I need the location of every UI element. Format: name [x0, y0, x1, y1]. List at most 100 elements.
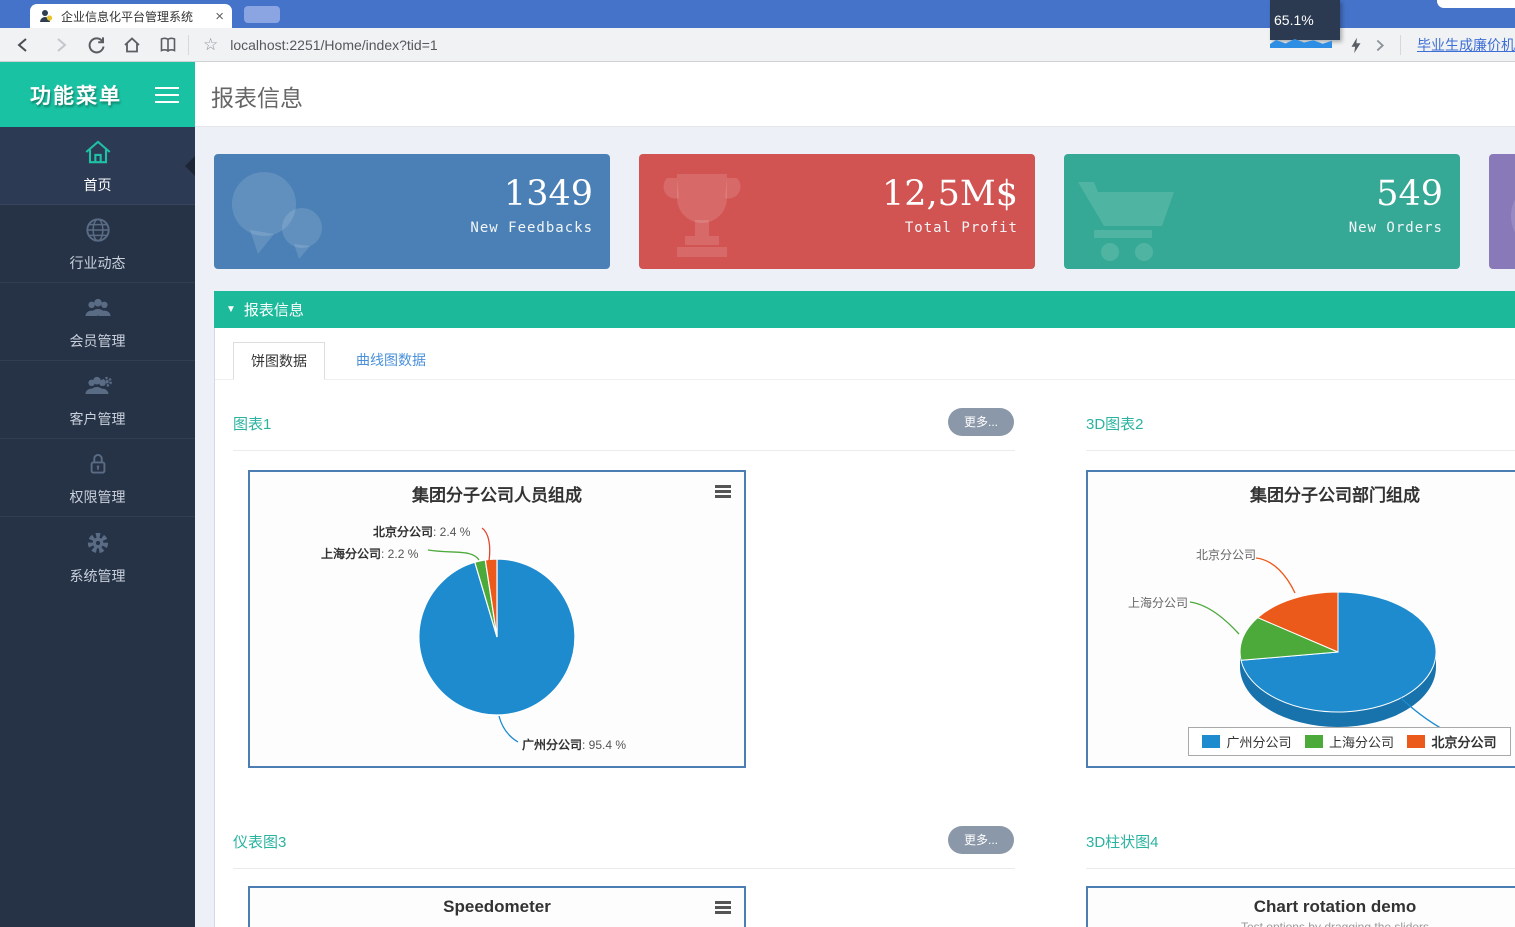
legend-item-shanghai[interactable]: 上海分公司 — [1304, 732, 1394, 751]
sidebar-item-home[interactable]: 首页 — [0, 127, 195, 205]
panel-title: 报表信息 — [243, 302, 304, 319]
globe-icon — [85, 218, 110, 242]
site-favicon-icon — [38, 8, 54, 24]
report-panel: ▼ 报表信息 饼图数据 曲线图数据 图表1 更多... 3D图表2 集团分子公司… — [214, 291, 1515, 927]
stat-card-profit: 12,5M$ Total Profit — [639, 154, 1035, 269]
pie-chart — [418, 527, 576, 743]
bookmark-star-icon[interactable]: ☆ — [203, 35, 218, 55]
pie-label-shanghai: 上海分公司 — [1128, 596, 1189, 610]
browser-tab[interactable]: 企业信息化平台管理系统 × — [30, 4, 232, 28]
chart-title: Chart rotation demo — [1253, 897, 1417, 916]
tab-close-icon[interactable]: × — [215, 9, 224, 24]
section-heading-column3d: 3D柱状图4 — [1086, 834, 1159, 851]
url-field[interactable]: localhost:2251/Home/index?tid=1 — [230, 37, 437, 53]
section-rule — [1086, 868, 1515, 869]
legend-swatch — [1407, 735, 1426, 748]
tab-title: 企业信息化平台管理系统 — [61, 9, 194, 24]
more-button-gauge[interactable]: 更多... — [948, 826, 1014, 854]
panel-body: 饼图数据 曲线图数据 图表1 更多... 3D图表2 集团分子公司人员组成 北京… — [214, 328, 1515, 927]
main-content: 报表信息 1349 New Feedbacks 12,5M$ Total Pro… — [195, 62, 1515, 927]
reading-list-icon[interactable] — [156, 33, 180, 57]
chart-subtitle: Test options by dragging the sliders — [1240, 920, 1430, 927]
gear-icon — [87, 532, 108, 553]
stat-card-orders: 549 New Orders — [1064, 154, 1460, 269]
pie3d-chart — [1189, 557, 1455, 736]
performance-badge-box: 65.1% — [1270, 0, 1340, 40]
pie3d-chart-panel: 集团分子公司部门组成 北京分公司 上海分公司 广州分公司 上海分公司 北京分公司 — [1086, 470, 1515, 768]
chart-legend: 广州分公司 上海分公司 北京分公司 — [1188, 727, 1511, 756]
section-heading-chart1: 图表1 — [233, 416, 272, 433]
toolbar-separator — [188, 34, 189, 55]
toolbar-separator — [1400, 34, 1401, 55]
stat-value: 12,5M$ — [881, 174, 1018, 214]
label-connector-beijing — [1255, 557, 1296, 594]
sidebar-item-label: 系统管理 — [69, 567, 126, 584]
pie-chart-panel: 集团分子公司人员组成 北京分公司: 2.4 % 上海分公司: 2.2 % 广州分… — [248, 470, 746, 768]
trophy-icon — [647, 164, 757, 269]
lock-icon — [90, 453, 105, 474]
sidebar-item-customers[interactable]: 客户管理 — [0, 361, 195, 439]
browser-window: 企业信息化平台管理系统 × 65.1% ☆ localhost:2251/Hom — [0, 0, 1515, 927]
forward-icon — [48, 33, 72, 57]
sidebar-item-permissions[interactable]: 权限管理 — [0, 439, 195, 517]
stat-value: 1349 — [503, 174, 593, 214]
label-connector-shanghai — [1189, 601, 1240, 635]
home-icon[interactable] — [120, 33, 144, 57]
sidebar-item-system[interactable]: 系统管理 — [0, 517, 195, 595]
more-button-chart1[interactable]: 更多... — [948, 408, 1014, 436]
label-connector-guangzhou — [498, 715, 519, 743]
stat-card-partial — [1489, 154, 1515, 269]
sidebar-title: 功能菜单 — [30, 84, 122, 108]
sidebar-item-label: 首页 — [83, 177, 112, 193]
customers-icon — [84, 376, 112, 394]
legend-item-beijing[interactable]: 北京分公司 — [1407, 732, 1497, 751]
stat-label: Total Profit — [904, 220, 1018, 236]
section-heading-chart2: 3D图表2 — [1086, 416, 1144, 433]
sidebar-item-industry-news[interactable]: 行业动态 — [0, 205, 195, 283]
stat-label: New Orders — [1348, 220, 1443, 236]
sidebar-item-members[interactable]: 会员管理 — [0, 283, 195, 361]
globe-icon — [1497, 164, 1515, 269]
chart-tabs: 饼图数据 曲线图数据 — [233, 342, 443, 380]
pie-label-beijing: 北京分公司 — [1196, 548, 1257, 562]
collapse-arrow-icon — [185, 155, 195, 176]
refresh-icon[interactable] — [84, 33, 108, 57]
window-corner — [1437, 0, 1515, 8]
tab-pie-data[interactable]: 饼图数据 — [233, 342, 325, 380]
section-rule — [1086, 450, 1515, 451]
gauge-chart-panel: Speedometer — [248, 886, 746, 927]
pie-label-shanghai: 上海分公司: 2.2 % — [321, 547, 419, 561]
sidebar-item-label: 权限管理 — [69, 489, 126, 505]
sidebar-item-label: 会员管理 — [69, 333, 126, 349]
stat-cards-row: 1349 New Feedbacks 12,5M$ Total Profit 5… — [214, 154, 1515, 269]
sidebar: 功能菜单 首页 行业动态 会员管理 客户管理 权限管理 系统管理 — [0, 62, 195, 927]
collapse-icon: ▼ — [226, 304, 236, 315]
shopping-cart-icon — [1072, 164, 1182, 269]
pie-label-guangzhou: 广州分公司: 95.4 % — [522, 738, 627, 752]
sidebar-menu-icon[interactable] — [155, 86, 179, 103]
tab-line-data[interactable]: 曲线图数据 — [339, 342, 443, 380]
section-rule — [233, 450, 1015, 451]
bookmark-link[interactable]: 毕业生成廉价机 — [1417, 35, 1515, 55]
sidebar-item-label: 行业动态 — [69, 255, 126, 271]
stat-card-feedbacks: 1349 New Feedbacks — [214, 154, 610, 269]
legend-swatch — [1202, 735, 1221, 748]
chart-menu-icon[interactable] — [715, 901, 731, 914]
members-icon — [84, 298, 111, 316]
chat-bubbles-icon — [222, 164, 332, 269]
chevron-right-icon[interactable] — [1368, 33, 1392, 57]
label-connector-beijing — [481, 527, 491, 562]
pie-label-beijing: 北京分公司: 2.4 % — [373, 525, 471, 539]
performance-value: 65.1% — [1274, 12, 1314, 28]
back-icon[interactable] — [12, 33, 36, 57]
page-header: 报表信息 — [195, 62, 1515, 127]
stat-value: 549 — [1376, 174, 1443, 214]
legend-item-guangzhou[interactable]: 广州分公司 — [1202, 732, 1292, 751]
new-tab-button[interactable] — [244, 6, 280, 23]
sidebar-item-label: 客户管理 — [69, 411, 126, 427]
home-icon — [85, 140, 110, 164]
column3d-chart-panel: Chart rotation demo Test options by drag… — [1086, 886, 1515, 927]
panel-header[interactable]: ▼ 报表信息 — [214, 291, 1515, 328]
flash-icon[interactable] — [1344, 33, 1368, 57]
section-heading-gauge: 仪表图3 — [233, 834, 287, 851]
